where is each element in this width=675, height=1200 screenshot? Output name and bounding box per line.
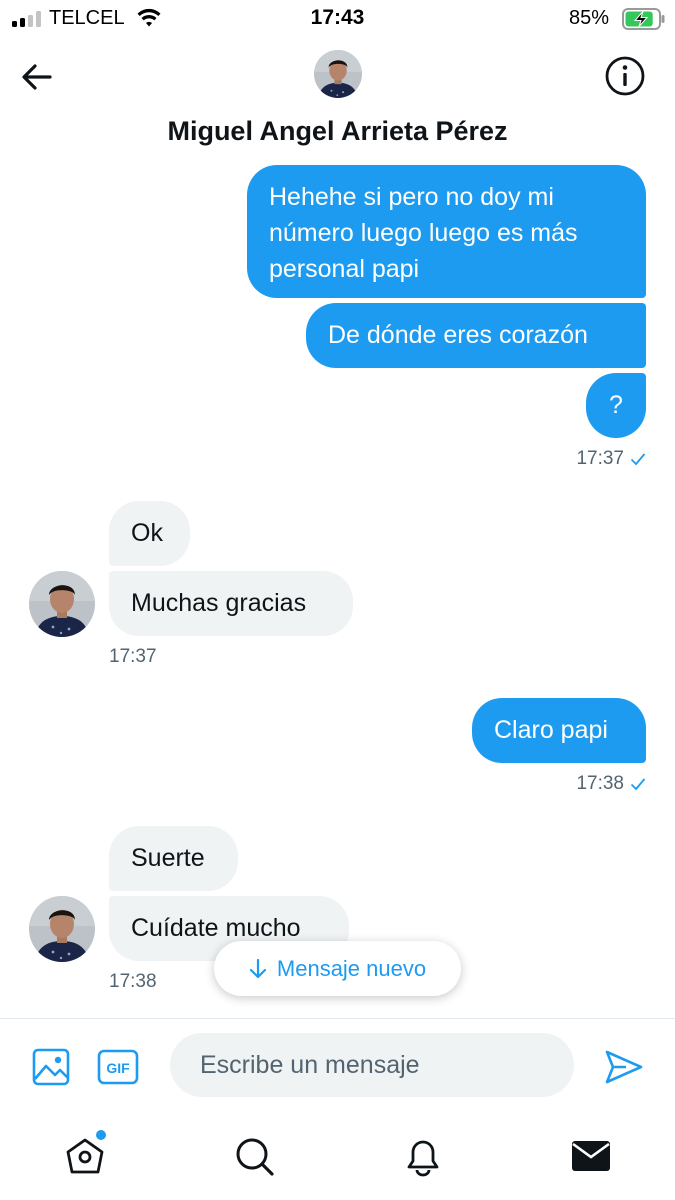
message-input[interactable]: [170, 1033, 574, 1097]
battery-charging-icon: [622, 8, 665, 30]
incoming-message[interactable]: Muchas gracias: [109, 571, 353, 636]
message-text: De dónde eres corazón: [328, 321, 588, 349]
message-composer: GIF: [0, 1018, 675, 1114]
send-icon[interactable]: [604, 1047, 644, 1087]
message-timestamp: 17:38: [557, 773, 646, 795]
message-timestamp: 17:37: [109, 646, 157, 667]
message-text: Muchas gracias: [131, 589, 307, 617]
info-icon[interactable]: [604, 55, 646, 97]
sent-check-icon: [630, 453, 646, 466]
image-icon[interactable]: [31, 1047, 71, 1087]
message-text: Claro papi: [494, 716, 608, 744]
message-text: Ok: [131, 519, 163, 547]
notifications-bell-icon[interactable]: [401, 1134, 445, 1178]
outgoing-message[interactable]: Hehehe si pero no doy mi número luego lu…: [247, 165, 646, 298]
sent-check-icon: [630, 778, 646, 791]
home-notification-dot: [96, 1130, 106, 1140]
new-message-button[interactable]: Mensaje nuevo: [214, 941, 461, 996]
gif-label: GIF: [106, 1060, 130, 1076]
outgoing-message[interactable]: ?: [586, 373, 646, 438]
message-line: Hehehe si pero no doy mi: [269, 183, 554, 211]
status-bar: TELCEL 17:43 85%: [0, 0, 675, 38]
message-text: ?: [609, 391, 623, 419]
message-line: personal papi: [269, 255, 420, 283]
arrow-down-icon: [249, 958, 266, 978]
message-timestamp: 17:38: [109, 971, 157, 992]
outgoing-message[interactable]: Claro papi: [472, 698, 646, 763]
message-timestamp: 17:37: [560, 448, 646, 470]
incoming-message[interactable]: Suerte: [109, 826, 238, 891]
contact-avatar[interactable]: [314, 50, 362, 98]
message-line: número luego luego es más: [269, 219, 578, 247]
new-message-label: Mensaje nuevo: [276, 955, 427, 981]
sender-avatar[interactable]: [29, 571, 95, 637]
contact-name: Miguel Angel Arrieta Pérez: [167, 116, 508, 146]
message-text: Suerte: [131, 844, 205, 872]
outgoing-message[interactable]: De dónde eres corazón: [306, 303, 646, 368]
messages-mail-icon[interactable]: [569, 1134, 613, 1178]
bottom-tab-bar: [0, 1114, 675, 1200]
home-icon[interactable]: [63, 1134, 107, 1178]
battery-percent: 85%: [569, 7, 610, 29]
sender-avatar[interactable]: [29, 896, 95, 962]
search-icon[interactable]: [232, 1134, 276, 1178]
conversation-header: Miguel Angel Arrieta Pérez: [0, 38, 675, 166]
gif-icon[interactable]: GIF: [97, 1049, 139, 1085]
back-arrow-icon[interactable]: [18, 58, 56, 96]
message-text: Cuídate mucho: [131, 914, 301, 942]
incoming-message[interactable]: Ok: [109, 501, 190, 566]
